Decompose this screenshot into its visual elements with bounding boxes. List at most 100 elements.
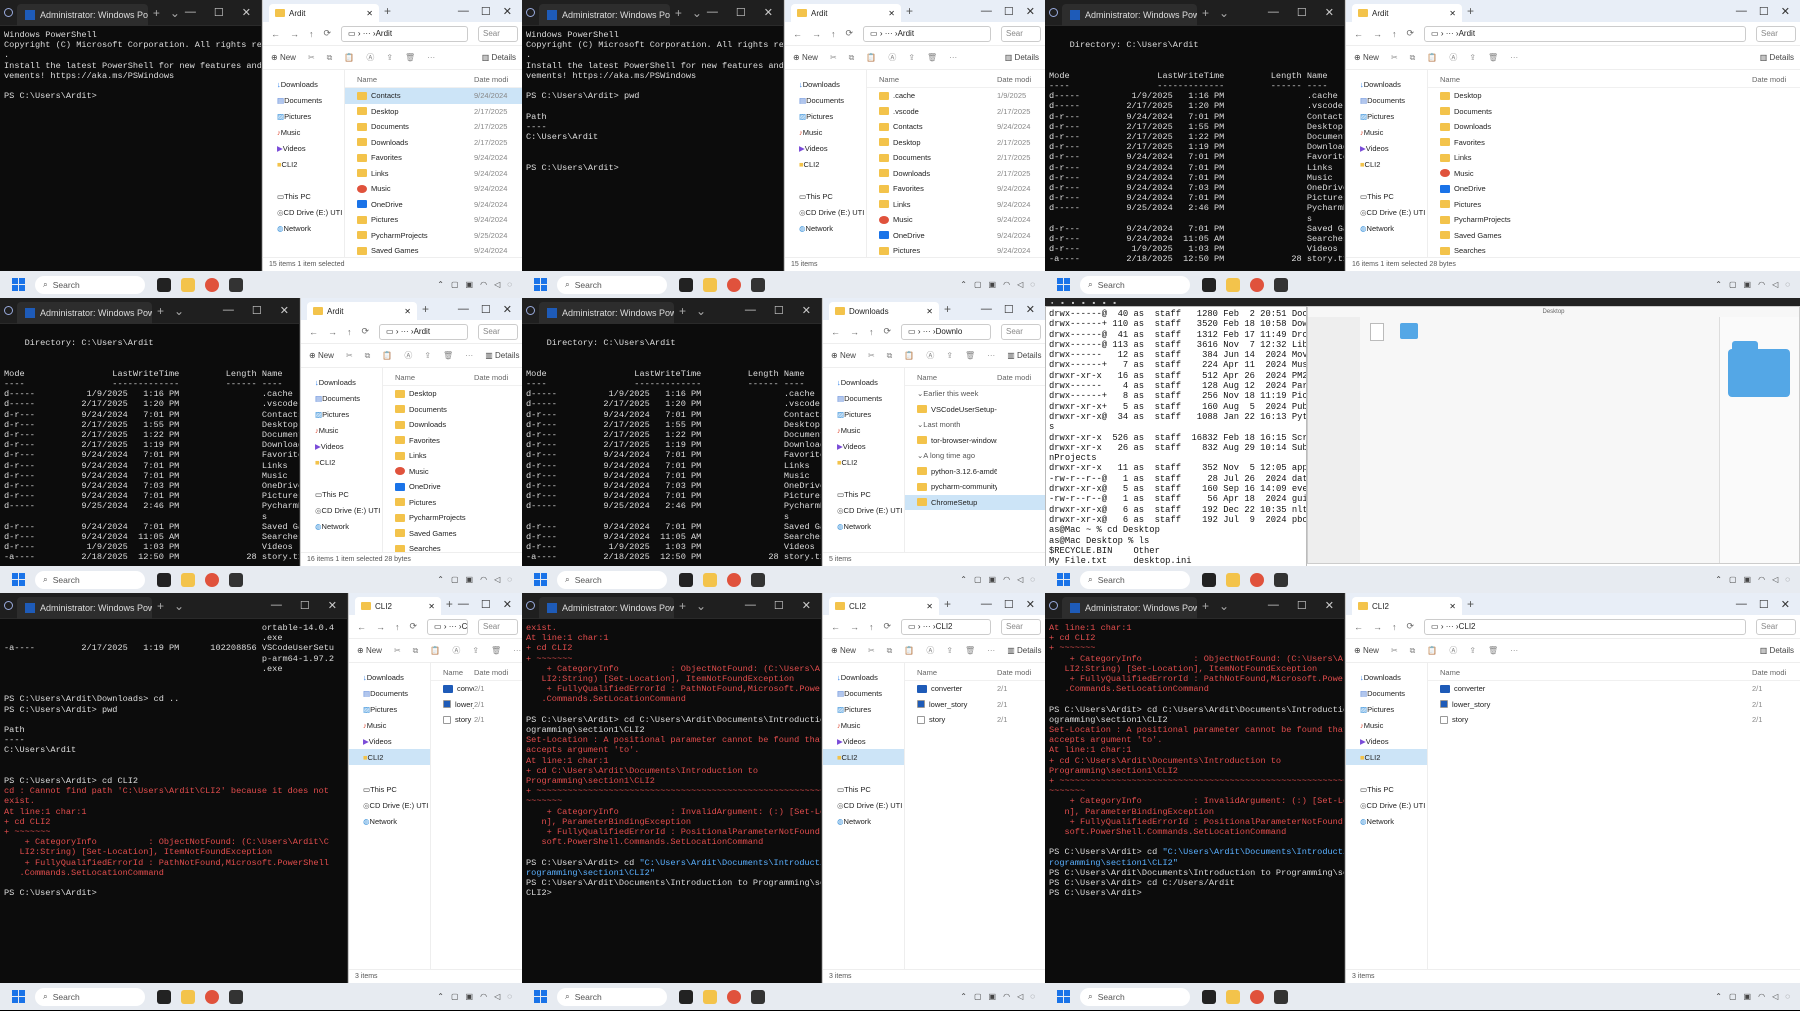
delete-icon[interactable]: 🗑	[443, 351, 453, 360]
minimize-icon[interactable]: —	[1736, 5, 1747, 18]
nav-item-network[interactable]: ◍ Network	[349, 813, 430, 829]
minimize-icon[interactable]: —	[707, 6, 718, 19]
taskbar-search[interactable]: ⌕ Search	[35, 987, 145, 1006]
more-icon[interactable]: ···	[949, 53, 957, 62]
search-input[interactable]: Sear	[1756, 25, 1796, 42]
close-tab-icon[interactable]: ✕	[404, 307, 411, 316]
powershell-window[interactable]: Administrator: Windows Pow✕ + ⌄ — ☐ ✕ ortable…	[0, 593, 348, 983]
file-row[interactable]: Favorites	[383, 433, 522, 449]
chrome-icon[interactable]	[1250, 572, 1264, 587]
file-row[interactable]: story 2/1	[1428, 712, 1800, 728]
share-icon[interactable]: ⇪	[946, 351, 953, 360]
forward-arrow-icon[interactable]: →	[290, 29, 299, 39]
file-row[interactable]: lower_story 2/1	[905, 697, 1045, 713]
cut-icon[interactable]: ✂	[346, 351, 353, 360]
windows-start-icon[interactable]	[12, 990, 25, 1003]
close-icon[interactable]: ✕	[1781, 5, 1790, 18]
new-button[interactable]: ⊕ New	[1354, 53, 1379, 62]
file-row[interactable]: Saved Games	[1428, 228, 1800, 244]
column-date-header[interactable]: Date modi	[474, 668, 522, 677]
file-row[interactable]: tor-browser-windows-x86_64-portable-1...	[905, 433, 1045, 449]
file-row[interactable]: ChromeSetup	[905, 494, 1045, 510]
terminal-icon[interactable]	[1274, 989, 1288, 1004]
file-row[interactable]: Music	[383, 464, 522, 480]
nav-item-documents[interactable]: ▤ Documents	[1346, 92, 1427, 108]
nav-item-cddrive[interactable]: ◎ CD Drive (E:) UTI	[823, 797, 904, 813]
maximize-icon[interactable]: ☐	[1297, 599, 1307, 612]
refresh-icon[interactable]: ⟳	[884, 621, 892, 632]
back-arrow-icon[interactable]: ←	[1354, 622, 1363, 632]
new-tab-icon[interactable]: +	[1467, 597, 1474, 611]
new-tab-icon[interactable]: +	[1467, 4, 1474, 18]
more-icon[interactable]: ···	[427, 53, 435, 62]
maximize-icon[interactable]: ☐	[481, 303, 491, 316]
task-view-icon[interactable]	[1202, 572, 1216, 587]
file-row[interactable]: Pictures	[383, 495, 522, 511]
file-row[interactable]: Favorites 9/24/2024	[867, 181, 1045, 197]
address-bar[interactable]: ▭ › ··· › Ardit	[863, 25, 991, 42]
nav-item-documents[interactable]: ▤ Documents	[349, 685, 430, 701]
explorer-tab[interactable]: Downloads ✕	[829, 302, 939, 320]
maximize-icon[interactable]: ☐	[736, 6, 746, 19]
wifi-icon[interactable]: ◠	[1758, 575, 1765, 584]
minimize-icon[interactable]: —	[1268, 599, 1279, 612]
search-input[interactable]: Sear	[1001, 618, 1041, 635]
windows-start-icon[interactable]	[12, 278, 25, 291]
file-icon[interactable]	[1370, 323, 1384, 341]
address-bar[interactable]: ▭ › ··· › Ardit	[1424, 25, 1746, 42]
up-arrow-icon[interactable]: ↑	[395, 622, 400, 632]
address-bar[interactable]: ▭ › ··· › CLI2	[427, 618, 468, 635]
nav-item-thispc[interactable]: ▭ This PC	[785, 188, 866, 204]
paste-icon[interactable]: 📋	[866, 53, 876, 62]
new-tab-icon[interactable]: +	[679, 304, 686, 318]
minimize-icon[interactable]: —	[458, 303, 469, 316]
nav-item-thispc[interactable]: ▭ This PC	[349, 781, 430, 797]
file-explorer-window[interactable]: Ardit ✕ + — ☐ ✕ ← → ↑ ⟳ ▭ › ··· › Ardit Sear ⊕ New ✂…	[784, 0, 1045, 271]
chat-icon[interactable]: ▢	[451, 992, 459, 1001]
mac-terminal-window[interactable]: drwx------@ 40 as staff 1280 Feb 2 20:51…	[1045, 306, 1307, 566]
nav-item-cddrive[interactable]: ◎ CD Drive (E:) UTI	[1346, 204, 1427, 220]
file-row[interactable]: OneDrive	[1428, 181, 1800, 197]
display-icon[interactable]: ▣	[1744, 280, 1752, 289]
wifi-icon[interactable]: ◠	[480, 280, 487, 289]
nav-item-videos[interactable]: ▶ Videos	[1346, 140, 1427, 156]
up-arrow-icon[interactable]: ↑	[347, 327, 352, 337]
file-row[interactable]: Documents	[1428, 104, 1800, 120]
taskbar-search[interactable]: ⌕ Search	[1080, 275, 1190, 294]
terminal-output[interactable]: exist. At line:1 char:1 + cd CLI2 + ~~~~…	[522, 619, 821, 902]
chrome-icon[interactable]	[205, 572, 219, 587]
share-icon[interactable]: ⇪	[1469, 53, 1476, 62]
search-input[interactable]: Sear	[1001, 323, 1041, 340]
chevron-down-icon[interactable]: ⌄	[696, 599, 706, 613]
close-icon[interactable]: ✕	[1026, 303, 1035, 316]
file-explorer-window[interactable]: CLI2 ✕ + — ☐ ✕ ← → ↑ ⟳ ▭ › ··· › CLI2 Sear ⊕ New ✂ ⧉ 📋…	[348, 593, 522, 983]
nav-item-music[interactable]: ♪ Music	[823, 717, 904, 733]
nav-item-downloads[interactable]: ↓ Downloads	[823, 669, 904, 685]
more-icon[interactable]: ···	[513, 646, 521, 655]
forward-arrow-icon[interactable]: →	[376, 622, 385, 632]
new-button[interactable]: ⊕ New	[357, 646, 382, 655]
delete-icon[interactable]: 🗑	[491, 646, 501, 655]
close-tab-icon[interactable]: ✕	[926, 602, 933, 611]
file-explorer-window[interactable]: Ardit ✕ + — ☐ ✕ ← → ↑ ⟳ ▭ › ··· › Ardit Sear ⊕ New ✂…	[300, 298, 522, 566]
copy-icon[interactable]: ⧉	[1410, 53, 1416, 63]
terminal-icon[interactable]	[1274, 277, 1288, 292]
terminal-output[interactable]: Windows PowerShell Copyright (C) Microso…	[522, 26, 783, 177]
nav-item-videos[interactable]: ▶ Videos	[263, 140, 344, 156]
column-name-header[interactable]: Name	[357, 75, 474, 84]
nav-item-videos[interactable]: ▶ Videos	[301, 438, 382, 454]
windows-start-icon[interactable]	[1057, 990, 1070, 1003]
nav-item-documents[interactable]: ▤ Documents	[263, 92, 344, 108]
address-bar[interactable]: ▭ › ··· › Ardit	[379, 323, 468, 340]
new-tab-icon[interactable]: +	[384, 4, 391, 18]
file-row[interactable]: Downloads 2/17/2025	[867, 166, 1045, 182]
back-arrow-icon[interactable]: ←	[831, 622, 840, 632]
nav-item-network[interactable]: ◍ Network	[301, 518, 382, 534]
file-row[interactable]: Music	[1428, 166, 1800, 182]
details-button[interactable]: ▥ Details	[482, 53, 516, 62]
finder-window[interactable]: Desktop	[1307, 306, 1800, 564]
nav-item-cddrive[interactable]: ◎ CD Drive (E:) UTI	[301, 502, 382, 518]
nav-item-downloads[interactable]: ↓ Downloads	[785, 76, 866, 92]
column-name-header[interactable]: Name	[1440, 668, 1752, 677]
back-arrow-icon[interactable]: ←	[831, 327, 840, 337]
